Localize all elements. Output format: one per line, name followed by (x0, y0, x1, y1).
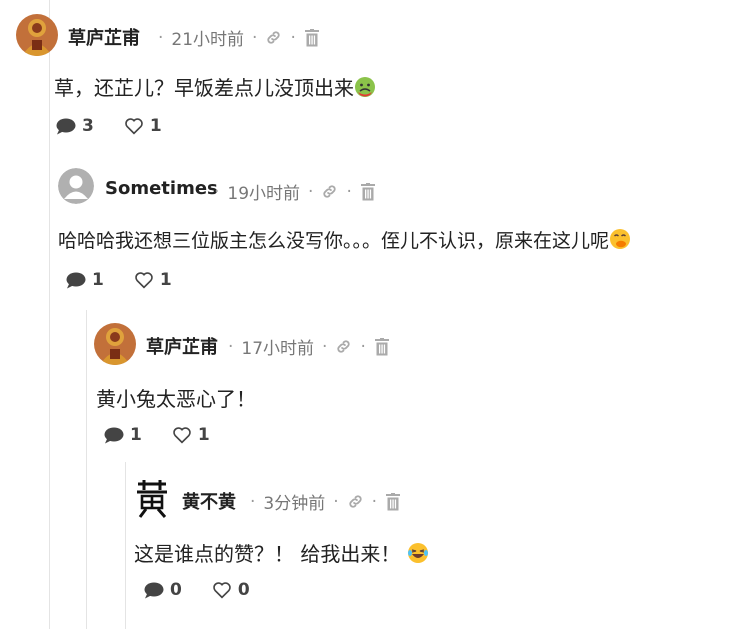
timestamp[interactable]: 19小时前 (227, 179, 300, 204)
link-icon[interactable] (347, 493, 364, 510)
trash-icon[interactable] (304, 28, 320, 47)
comment-actions: 3 1 (56, 116, 192, 136)
heart-icon (134, 271, 154, 289)
trash-icon[interactable] (360, 182, 376, 201)
reply-count: 0 (170, 580, 182, 600)
link-icon[interactable] (335, 338, 352, 355)
comment-text: 哈哈哈我还想三位版主怎么没写你。。。侄儿不认识，原来在这儿呢 (58, 226, 631, 255)
comment-actions: 1 1 (104, 425, 240, 445)
speech-bubble-icon (66, 272, 86, 289)
comment-header: 黄不黄 · 3分钟前 · · (134, 478, 746, 522)
speech-bubble-icon (56, 118, 76, 135)
reply-button[interactable]: 1 (66, 270, 104, 290)
comment-actions: 0 0 (144, 580, 280, 600)
author-name[interactable]: Sometimes (105, 178, 218, 199)
reply-count: 1 (130, 425, 142, 445)
comment-actions: 1 1 (66, 270, 202, 290)
heart-icon (212, 581, 232, 599)
comment-meta: · 17小时前 · · (228, 334, 390, 359)
link-icon[interactable] (321, 183, 338, 200)
heart-icon (172, 426, 192, 444)
like-button[interactable]: 1 (172, 425, 210, 445)
comment-text: 这是谁点的赞？！ 给我出来！ (134, 538, 429, 569)
reply-count: 1 (92, 270, 104, 290)
comment: 草庐芷甫 · 21小时前 · · 草，还芷儿？早饭差点儿没顶出来 3 1 (16, 14, 746, 144)
avatar[interactable] (16, 14, 58, 56)
author-name[interactable]: 黄不黄 (182, 488, 236, 514)
reply-count: 3 (82, 116, 94, 136)
author-name[interactable]: 草庐芷甫 (68, 24, 140, 50)
author-name[interactable]: 草庐芷甫 (146, 333, 218, 359)
avatar[interactable] (134, 478, 170, 518)
speech-bubble-icon (104, 427, 124, 444)
link-icon[interactable] (265, 29, 282, 46)
comment-header: 草庐芷甫 · 17小时前 · · (94, 323, 744, 367)
like-count: 0 (237, 580, 250, 600)
hand-over-mouth-emoji (609, 228, 631, 255)
trash-icon[interactable] (374, 337, 390, 356)
trash-icon[interactable] (385, 492, 401, 511)
reply-button[interactable]: 0 (144, 580, 182, 600)
timestamp[interactable]: 17小时前 (241, 334, 314, 359)
heart-icon (124, 117, 144, 135)
nauseated-face-emoji (354, 76, 376, 103)
comment: 草庐芷甫 · 17小时前 · · 黄小兔太恶心了！ 1 1 (94, 323, 744, 453)
reply-button[interactable]: 1 (104, 425, 142, 445)
comment-text: 黄小兔太恶心了！ (96, 387, 256, 411)
timestamp[interactable]: 21小时前 (171, 25, 244, 50)
thread-line (86, 310, 87, 629)
avatar[interactable] (58, 168, 94, 204)
comment-meta: · 3分钟前 · · (250, 489, 401, 514)
like-button[interactable]: 1 (134, 270, 172, 290)
comment: Sometimes · 19小时前 · · 哈哈哈我还想三位版主怎么没写你。。。… (58, 168, 748, 298)
like-count: 1 (149, 116, 162, 136)
timestamp[interactable]: 3分钟前 (263, 489, 325, 514)
like-button[interactable]: 1 (124, 116, 162, 136)
comment-meta: · 19小时前 · · (214, 179, 376, 204)
comment-meta: · 21小时前 · · (158, 25, 320, 50)
speech-bubble-icon (144, 582, 164, 599)
reply-button[interactable]: 3 (56, 116, 94, 136)
avatar[interactable] (94, 323, 136, 365)
comment-header: 草庐芷甫 · 21小时前 · · (16, 14, 746, 58)
like-button[interactable]: 0 (212, 580, 250, 600)
laughing-tears-emoji (407, 542, 429, 569)
comment: 黄不黄 · 3分钟前 · · 这是谁点的赞？！ 给我出来！ 0 0 (134, 478, 746, 608)
thread-line (125, 462, 126, 629)
comment-text: 草，还芷儿？早饭差点儿没顶出来 (54, 72, 376, 103)
comment-header: Sometimes · 19小时前 · · (58, 168, 748, 212)
like-count: 1 (159, 270, 172, 290)
like-count: 1 (197, 425, 210, 445)
